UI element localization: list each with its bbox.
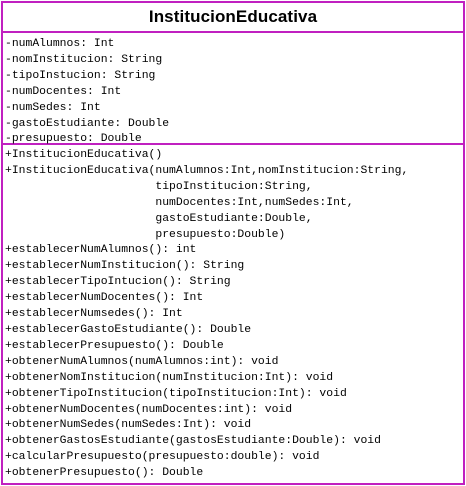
method-obtener-num-alumnos: +obtenerNumAlumnos(numAlumnos:int): void (5, 355, 279, 368)
method-obtener-num-sedes: +obtenerNumSedes(numSedes:Int): void (5, 419, 252, 432)
method-constructor-params-line-1: +InstitucionEducativa(numAlumnos:Int,nom… (5, 164, 409, 177)
attribute-num-sedes: -numSedes: Int (5, 101, 101, 114)
class-name-compartment: InstitucionEducativa (3, 3, 463, 33)
method-constructor-params-line-3: numDocentes:Int,numSedes:Int, (5, 196, 354, 209)
method-establecer-num-alumnos: +establecerNumAlumnos(): int (5, 244, 197, 257)
method-establecer-gasto-estudiante: +establecerGastoEstudiante(): Double (5, 323, 252, 336)
method-constructor-params-line-5: presupuesto:Double) (5, 228, 286, 241)
attribute-tipo-instucion: -tipoInstucion: String (5, 69, 156, 82)
method-obtener-presupuesto: +obtenerPresupuesto(): Double (5, 467, 204, 480)
method-constructor-params-line-4: gastoEstudiante:Double, (5, 212, 313, 225)
attribute-num-alumnos: -numAlumnos: Int (5, 38, 115, 50)
method-establecer-num-docentes: +establecerNumDocentes(): Int (5, 292, 204, 305)
uml-class-box: InstitucionEducativa -numAlumnos: Int -n… (1, 1, 465, 485)
method-obtener-gastos-estudiante: +obtenerGastosEstudiante(gastosEstudiant… (5, 435, 381, 448)
method-establecer-presupuesto: +establecerPresupuesto(): Double (5, 339, 224, 352)
attribute-gasto-estudiante: -gastoEstudiante: Double (5, 117, 170, 130)
method-obtener-num-docentes: +obtenerNumDocentes(numDocentes:int): vo… (5, 403, 293, 416)
method-establecer-numsedes: +establecerNumsedes(): Int (5, 308, 183, 321)
methods-compartment: +InstitucionEducativa() +InstitucionEduc… (3, 145, 463, 482)
method-obtener-tipo-institucion: +obtenerTipoInstitucion(tipoInstitucion:… (5, 387, 347, 400)
attribute-nom-institucion: -nomInstitucion: String (5, 53, 163, 66)
method-establecer-tipo-intucion: +establecerTipoIntucion(): String (5, 276, 231, 289)
class-name: InstitucionEducativa (148, 7, 318, 26)
method-constructor-default: +InstitucionEducativa() (5, 149, 163, 161)
attribute-num-docentes: -numDocentes: Int (5, 85, 122, 98)
method-obtener-nom-institucion: +obtenerNomInstitucion(numInstitucion:In… (5, 371, 334, 384)
attributes-compartment: -numAlumnos: Int -nomInstitucion: String… (3, 33, 463, 145)
method-establecer-num-institucion: +establecerNumInstitucion(): String (5, 260, 245, 273)
method-constructor-params-line-2: tipoInstitucion:String, (5, 180, 313, 193)
method-calcular-presupuesto: +calcularPresupuesto(presupuesto:double)… (5, 451, 320, 464)
